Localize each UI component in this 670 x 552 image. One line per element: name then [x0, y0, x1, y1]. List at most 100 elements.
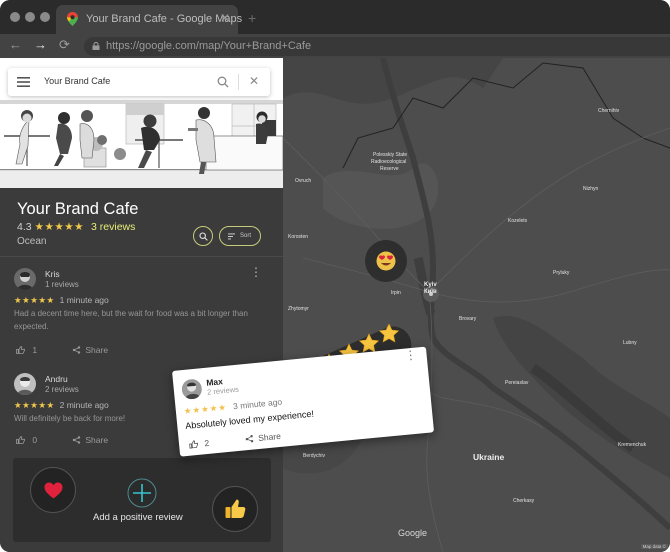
forward-icon[interactable]: →	[34, 37, 47, 53]
like-button[interactable]: 2	[189, 438, 210, 450]
rating-row: 4.3 ★★★★★ 3 reviews	[17, 221, 135, 233]
share-button[interactable]: Share	[72, 435, 108, 445]
browser-window: Your Brand Cafe - Google Maps ✕ + ← → ⟳ …	[0, 0, 670, 552]
share-icon	[245, 434, 254, 443]
review-rating: ★★★★★ 1 minute ago	[14, 295, 109, 306]
search-reviews-button[interactable]	[193, 226, 213, 246]
avatar	[180, 378, 203, 401]
reviewer-name[interactable]: Andru	[45, 374, 68, 384]
map-data-attribution[interactable]: Map data ©	[640, 544, 668, 549]
reviewer-review-count: 2 reviews	[206, 384, 240, 397]
review-item: Kris 1 reviews ⋮ ★★★★★ 1 minute ago Had a…	[14, 266, 266, 358]
menu-icon[interactable]	[17, 77, 30, 87]
section-divider	[0, 256, 283, 257]
thumbs-up-icon	[16, 345, 25, 354]
map-label: Cherkasy	[513, 498, 535, 504]
thumbs-up-icon	[189, 440, 199, 449]
google-logo: Google	[398, 528, 428, 538]
map-label: Korosten	[288, 234, 309, 240]
heart-reaction-button[interactable]	[30, 467, 76, 513]
search-input[interactable]: Your Brand Cafe	[44, 76, 110, 86]
place-title: Your Brand Cafe	[17, 200, 139, 218]
browser-toolbar: ← → ⟳ https://google.com/map/Your+Brand+…	[0, 34, 670, 58]
tab-google-maps[interactable]: Your Brand Cafe - Google Maps ✕	[56, 5, 242, 34]
thumbs-up-icon	[225, 499, 246, 518]
share-label: Share	[85, 435, 109, 445]
review-stars: ★★★★★	[14, 295, 55, 305]
heart-icon	[44, 482, 63, 499]
like-count: 1	[32, 345, 38, 355]
back-icon[interactable]: ←	[9, 37, 22, 53]
review-rating: ★★★★★ 2 minute ago	[14, 400, 109, 411]
add-review-card[interactable]: Add a positive review	[13, 458, 271, 542]
map-view[interactable]: Polesskiy State Radioecological Reserve …	[283, 58, 670, 552]
map-label: Kremenchuk	[618, 442, 647, 448]
share-button[interactable]: Share	[244, 431, 281, 444]
emoji-marker[interactable]	[365, 240, 407, 282]
like-button[interactable]: 0	[16, 435, 37, 445]
search-box[interactable]: Your Brand Cafe ✕	[8, 68, 270, 96]
map-label: Brovary	[459, 316, 477, 322]
share-icon	[72, 346, 81, 354]
review-stars: ★★★★★	[14, 400, 55, 410]
tab-bar: Your Brand Cafe - Google Maps ✕ +	[0, 0, 670, 34]
review-time: 3 minute ago	[232, 396, 283, 412]
window-maximize-dot[interactable]	[40, 12, 50, 22]
map-terrain	[283, 58, 670, 552]
url-text: https://google.com/map/Your+Brand+Cafe	[106, 40, 312, 52]
review-text: Had a decent time here, but the wait for…	[14, 309, 248, 331]
reviewer-review-count: 1 reviews	[45, 280, 79, 289]
review-time: 1 minute ago	[59, 295, 109, 305]
map-label: Kozelets	[508, 218, 528, 224]
window-close-dot[interactable]	[10, 12, 20, 22]
sort-icon	[228, 233, 235, 240]
search-icon[interactable]	[217, 76, 229, 88]
place-panel: Your Brand Cafe ✕ Your Brand Cafe 4.3 ★★…	[0, 58, 283, 552]
share-label: Share	[257, 430, 282, 444]
like-button[interactable]: 1	[16, 345, 37, 355]
window-minimize-dot[interactable]	[25, 12, 35, 22]
more-options-icon[interactable]: ⋮	[404, 348, 417, 363]
thumbs-up-reaction-button[interactable]	[212, 486, 258, 532]
map-label: Irpin	[391, 290, 401, 296]
maps-pin-icon	[67, 12, 78, 26]
reviewer-review-count: 2 reviews	[45, 385, 79, 394]
tab-title: Your Brand Cafe - Google Maps	[86, 13, 243, 25]
review-time: 2 minute ago	[59, 400, 109, 410]
map-city-label: Kyiv	[424, 282, 437, 288]
like-count: 2	[203, 437, 210, 449]
like-count: 0	[32, 435, 38, 445]
map-label: Zhytomyr	[288, 306, 309, 312]
map-label: Polesskiy State	[373, 152, 408, 158]
map-label: Pereiaslav	[505, 380, 529, 386]
tab-close-icon[interactable]: ✕	[220, 11, 230, 25]
map-label: Lubny	[623, 340, 637, 346]
reviewer-name[interactable]: Kris	[45, 269, 60, 279]
map-country-label: Ukraine	[473, 452, 505, 462]
lock-icon	[92, 42, 100, 50]
map-label: Pryluky	[553, 270, 570, 276]
map-label: Chernihiv	[598, 108, 620, 114]
plus-icon[interactable]	[127, 478, 157, 508]
reviews-link[interactable]: 3 reviews	[91, 221, 135, 233]
new-tab-icon[interactable]: +	[248, 10, 256, 26]
sort-button[interactable]: Sort	[219, 226, 261, 246]
more-options-icon[interactable]: ⋮	[250, 266, 262, 278]
map-label: Reserve	[380, 166, 399, 172]
thumbs-up-icon	[16, 435, 25, 444]
heart-eyes-emoji-icon	[376, 251, 396, 271]
clear-search-icon[interactable]: ✕	[249, 74, 259, 88]
map-label: Ovruch	[295, 178, 312, 184]
search-divider	[238, 74, 239, 90]
share-label: Share	[85, 345, 109, 355]
share-button[interactable]: Share	[72, 345, 108, 355]
rating-value: 4.3	[17, 221, 32, 233]
add-review-label: Add a positive review	[93, 512, 183, 523]
place-category: Ocean	[17, 236, 47, 247]
reload-icon[interactable]: ⟳	[59, 37, 70, 53]
rating-stars: ★★★★★	[34, 221, 85, 233]
avatar	[14, 268, 36, 290]
map-label: Nizhyn	[583, 186, 599, 192]
review-stars: ★★★★★	[183, 401, 228, 417]
address-bar[interactable]: https://google.com/map/Your+Brand+Cafe	[84, 37, 670, 56]
